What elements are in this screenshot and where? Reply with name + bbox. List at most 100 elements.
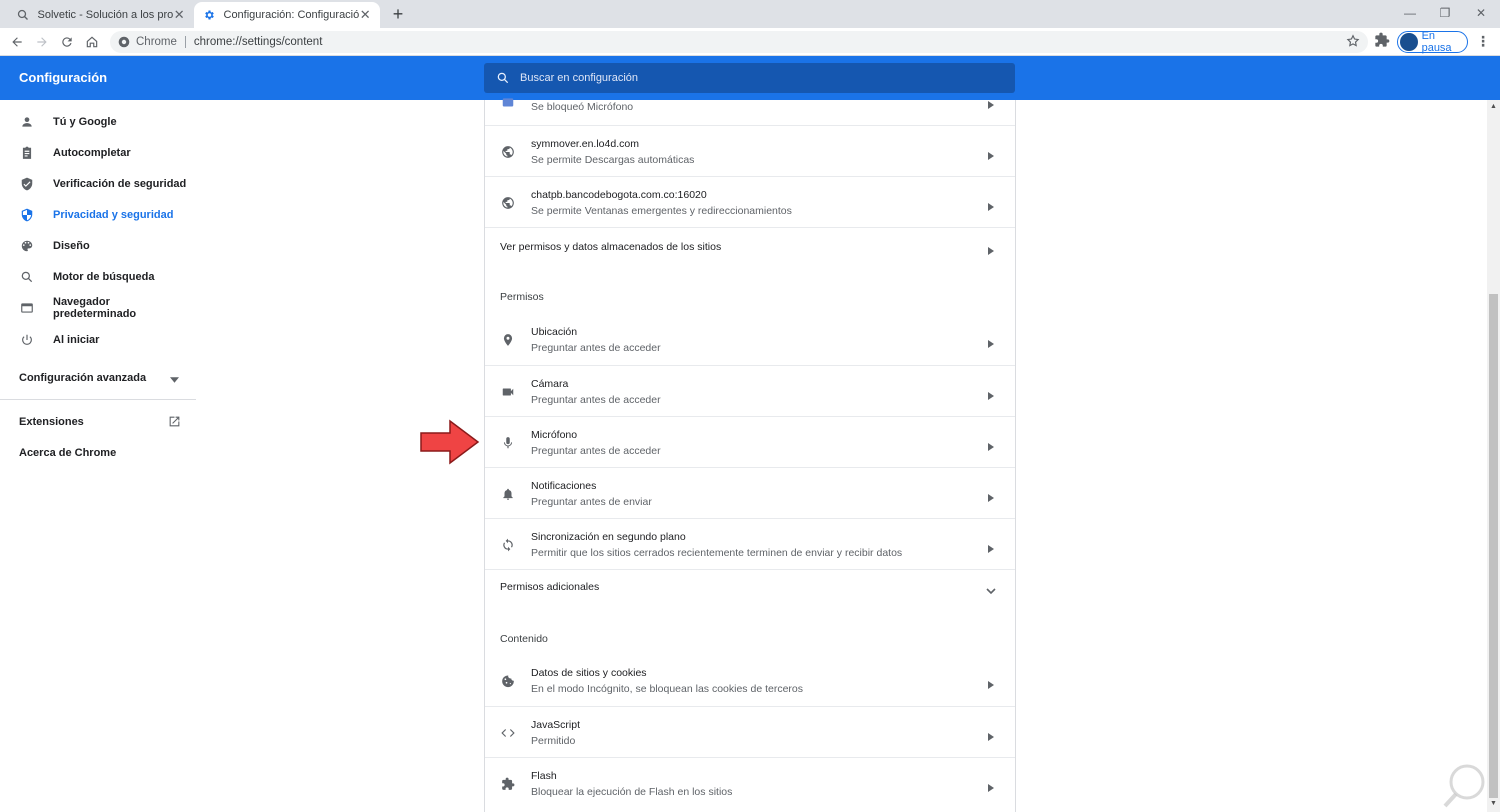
restore-icon[interactable]: ❐ (1430, 3, 1460, 23)
permission-row-camera[interactable]: Cámara Preguntar antes de acceder (485, 365, 1015, 416)
content-title: Flash (531, 770, 557, 782)
sidebar-item-privacy[interactable]: Privacidad y seguridad (0, 200, 196, 230)
omnibox-separator (184, 36, 186, 48)
tab-title: Solvetic - Solución a los problemas (37, 9, 173, 21)
permission-subtitle: Preguntar antes de acceder (531, 342, 661, 354)
permission-row-notifications[interactable]: Notificaciones Preguntar antes de enviar (485, 467, 1015, 518)
browser-icon (18, 299, 36, 317)
minimize-icon[interactable]: — (1395, 3, 1425, 23)
back-icon[interactable] (7, 32, 27, 52)
address-bar[interactable]: Chrome chrome://settings/content (110, 31, 1368, 53)
recent-site-row[interactable]: chatpb.bancodebogota.com.co:16020 Se per… (485, 176, 1015, 227)
chrome-menu-icon[interactable]: ⋮ (1476, 33, 1490, 50)
close-window-icon[interactable]: ✕ (1466, 3, 1496, 23)
sidebar-divider (0, 399, 196, 400)
permission-row-microphone[interactable]: Micrófono Preguntar antes de acceder (485, 416, 1015, 467)
chevron-right-icon (987, 335, 997, 348)
site-icon (499, 94, 517, 112)
content-subtitle: Bloquear la ejecución de Flash en los si… (531, 786, 733, 798)
site-info-chip[interactable]: Chrome (110, 36, 177, 48)
page-scrollbar[interactable]: ▲ ▼ (1487, 100, 1500, 812)
open-in-new-icon (168, 415, 181, 431)
sidebar-item-you-and-google[interactable]: Tú y Google (0, 107, 196, 137)
sidebar-item-on-startup[interactable]: Al iniciar (0, 325, 196, 355)
content-row-javascript[interactable]: JavaScript Permitido (485, 706, 1015, 757)
permission-row-location[interactable]: Ubicación Preguntar antes de acceder (485, 314, 1015, 365)
bookmark-star-icon[interactable] (1346, 34, 1360, 51)
settings-content-card: Se bloqueó Micrófono symmover.en.lo4d.co… (484, 98, 1016, 812)
permissions-heading: Permisos (500, 291, 544, 303)
chevron-right-icon (987, 779, 997, 792)
sidebar-item-label: Al iniciar (53, 334, 100, 346)
content-title: Datos de sitios y cookies (531, 667, 647, 679)
sidebar-item-about[interactable]: Acerca de Chrome (0, 438, 196, 468)
permission-title: Micrófono (531, 429, 578, 441)
globe-icon (499, 194, 517, 212)
sidebar-item-safety-check[interactable]: Verificación de seguridad (0, 169, 196, 199)
permission-subtitle: Preguntar antes de enviar (531, 496, 652, 508)
cookie-icon (499, 672, 517, 690)
chevron-right-icon (987, 676, 997, 689)
additional-permissions-toggle[interactable]: Permisos adicionales (485, 569, 1015, 605)
reload-icon[interactable] (57, 32, 77, 52)
sidebar-advanced-toggle[interactable]: Configuración avanzada (0, 363, 196, 393)
settings-search-input[interactable]: Buscar en configuración (484, 63, 1015, 93)
gear-icon (202, 8, 216, 22)
search-placeholder: Buscar en configuración (520, 72, 639, 84)
code-icon (499, 724, 517, 742)
sidebar-item-extensions[interactable]: Extensiones (0, 407, 196, 437)
settings-header: Configuración Buscar en configuración (0, 56, 1500, 100)
tab-settings[interactable]: Configuración: Configuración de ✕ (194, 2, 380, 28)
content-row-flash[interactable]: Flash Bloquear la ejecución de Flash en … (485, 757, 1015, 808)
profile-button[interactable]: En pausa (1397, 30, 1468, 54)
permission-subtitle: Preguntar antes de acceder (531, 445, 661, 457)
new-tab-button[interactable]: + (387, 3, 409, 25)
location-pin-icon (499, 331, 517, 349)
recent-site-row[interactable]: Se bloqueó Micrófono (485, 98, 1015, 122)
chrome-icon (118, 36, 130, 48)
search-icon (497, 72, 509, 84)
annotation-arrow-icon (420, 419, 480, 465)
sidebar-advanced-label: Configuración avanzada (19, 372, 147, 384)
tab-title: Configuración: Configuración de (223, 9, 359, 21)
sidebar-extensions-label: Extensiones (19, 416, 84, 428)
permission-title: Ubicación (531, 326, 578, 338)
content-title: JavaScript (531, 719, 581, 731)
sidebar-item-default-browser[interactable]: Navegador predeterminado (0, 293, 196, 323)
scrollbar-thumb[interactable] (1489, 294, 1498, 798)
shield-icon (18, 206, 36, 224)
view-all-permissions-row[interactable]: Ver permisos y datos almacenados de los … (485, 227, 1015, 265)
view-all-label: Ver permisos y datos almacenados de los … (500, 241, 722, 253)
power-icon (18, 331, 36, 349)
solvetic-watermark-icon (1443, 764, 1485, 808)
content-subtitle: En el modo Incógnito, se bloquean las co… (531, 683, 804, 695)
recent-site-subtitle: Se permite Ventanas emergentes y redirec… (531, 205, 792, 217)
sidebar-item-label: Diseño (53, 240, 90, 252)
home-icon[interactable] (82, 32, 102, 52)
sidebar-item-autofill[interactable]: Autocompletar (0, 138, 196, 168)
avatar (1400, 33, 1418, 51)
sidebar-about-label: Acerca de Chrome (19, 447, 117, 459)
extensions-puzzle-icon[interactable] (1374, 32, 1392, 50)
permission-row-background-sync[interactable]: Sincronización en segundo plano Permitir… (485, 518, 1015, 569)
sidebar-item-appearance[interactable]: Diseño (0, 231, 196, 261)
sidebar-item-search-engine[interactable]: Motor de búsqueda (0, 262, 196, 292)
scroll-up-icon[interactable]: ▲ (1490, 103, 1497, 110)
sidebar-item-label: Motor de búsqueda (53, 271, 155, 283)
permission-subtitle: Preguntar antes de acceder (531, 394, 661, 406)
recent-site-row[interactable]: symmover.en.lo4d.com Se permite Descarga… (485, 125, 1015, 176)
forward-icon[interactable] (32, 32, 52, 52)
camera-icon (499, 383, 517, 401)
close-tab-icon[interactable]: ✕ (359, 7, 373, 23)
search-icon (18, 268, 36, 286)
settings-sidebar: Tú y Google Autocompletar Verificación d… (0, 100, 196, 812)
chevron-right-icon (987, 540, 997, 553)
content-row-cookies[interactable]: Datos de sitios y cookies En el modo Inc… (485, 655, 1015, 706)
puzzle-icon (499, 775, 517, 793)
sidebar-item-label: Navegador predeterminado (53, 296, 137, 320)
close-tab-icon[interactable]: ✕ (173, 7, 187, 23)
permission-title: Cámara (531, 378, 569, 390)
globe-icon (499, 143, 517, 161)
tab-solvetic[interactable]: Solvetic - Solución a los problemas ✕ (8, 2, 194, 28)
palette-icon (18, 237, 36, 255)
